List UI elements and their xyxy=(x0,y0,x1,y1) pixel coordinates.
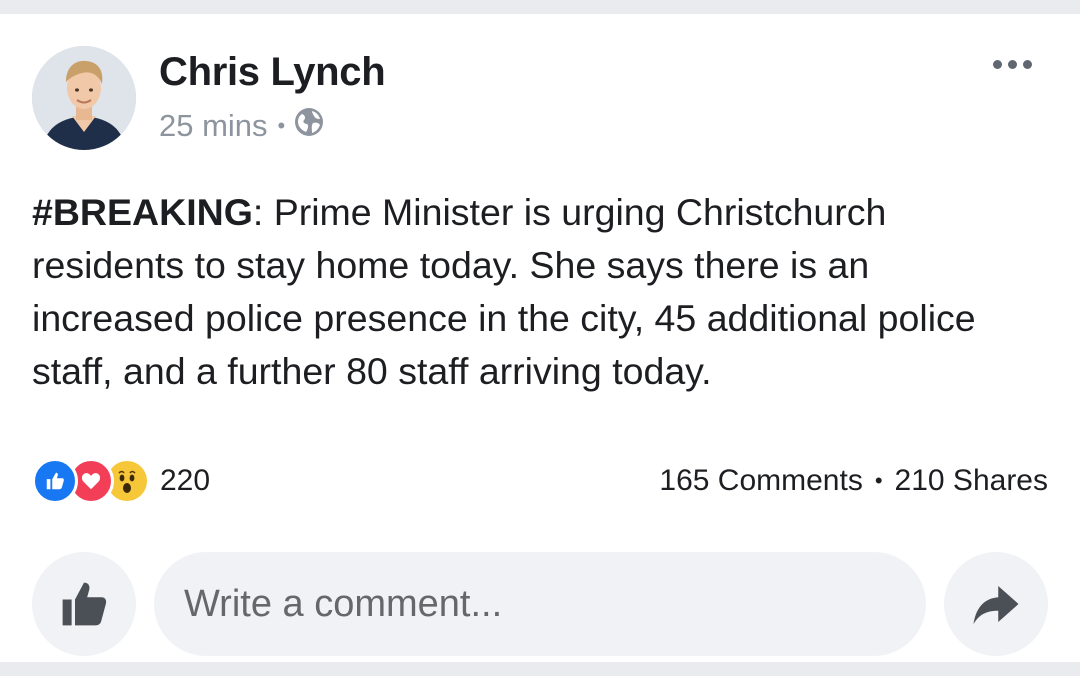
reactions-summary[interactable]: 220 xyxy=(32,456,210,506)
globe-icon xyxy=(293,106,325,146)
post-card: Chris Lynch 25 mins • #BREAKING: Prime M… xyxy=(0,14,1080,662)
comments-count-link[interactable]: 165 Comments xyxy=(659,464,862,498)
post-stats: 165 Comments • 210 Shares xyxy=(659,460,1048,502)
stats-separator: • xyxy=(874,468,883,493)
share-button[interactable] xyxy=(944,552,1048,656)
like-button[interactable] xyxy=(32,552,136,656)
shares-count-link[interactable]: 210 Shares xyxy=(895,464,1048,498)
avatar-photo xyxy=(32,46,136,150)
meta-separator: • xyxy=(277,113,286,138)
post-meta: 25 mins • xyxy=(159,106,325,146)
post-timestamp[interactable]: 25 mins xyxy=(159,108,268,144)
like-reaction-icon xyxy=(32,458,78,504)
author-name[interactable]: Chris Lynch xyxy=(159,50,386,95)
post-hashtag[interactable]: #BREAKING xyxy=(32,191,253,233)
more-options-icon[interactable] xyxy=(993,60,1032,69)
avatar[interactable] xyxy=(32,46,136,150)
comment-input[interactable] xyxy=(154,552,926,656)
post-body: #BREAKING: Prime Minister is urging Chri… xyxy=(32,186,1042,398)
share-arrow-icon xyxy=(973,586,1019,625)
thumbs-up-icon xyxy=(62,582,107,626)
reaction-count: 220 xyxy=(160,464,211,497)
